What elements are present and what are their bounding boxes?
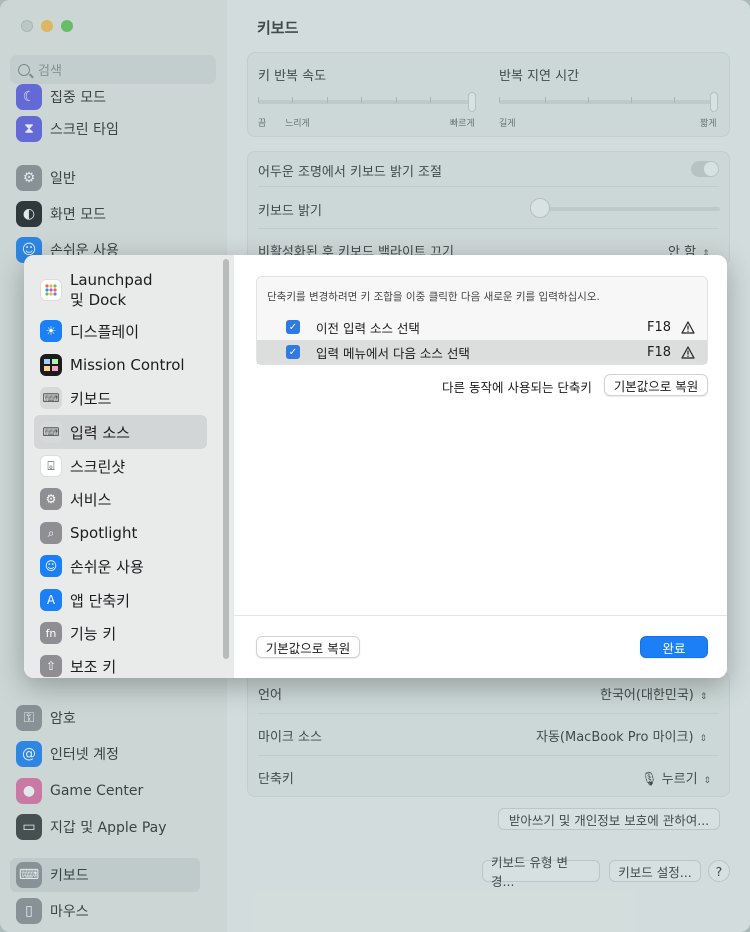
category-label: Spotlight [70,524,138,542]
category-services[interactable]: ⚙ 서비스 [34,482,207,516]
modifier-keys-icon: ⇧ [40,655,62,677]
restore-defaults-button[interactable]: 기본값으로 복원 [256,636,360,658]
category-list-scrollbar[interactable] [223,259,229,659]
category-label: 스크린샷 [70,457,126,476]
input-source-shortcuts-pane: 단축키를 변경하려면 키 조합을 이중 클릭한 다음 새로운 키를 입력하십시오… [234,255,727,678]
category-spotlight[interactable]: ⌕ Spotlight [34,516,207,550]
spotlight-icon: ⌕ [40,522,62,544]
category-input-sources[interactable]: ⌨ 입력 소스 [34,415,207,449]
category-label: 디스플레이 [70,322,140,341]
done-button[interactable]: 완료 [640,636,708,658]
accessibility-icon: ☺ [40,555,62,577]
shortcut-label: 입력 메뉴에서 다음 소스 선택 [316,345,470,361]
category-mission-control[interactable]: Mission Control [34,348,207,382]
app-store-icon: A [40,589,62,611]
shortcut-edit-hint: 단축키를 변경하려면 키 조합을 이중 클릭한 다음 새로운 키를 입력하십시오… [267,291,600,303]
category-modifier-keys[interactable]: ⇧ 보조 키 [34,649,207,678]
footer-divider [234,615,727,616]
category-label: 키보드 [70,389,112,408]
category-launchpad-dock[interactable]: Launchpad 및 Dock [34,269,207,311]
category-function-keys[interactable]: fn 기능 키 [34,616,207,650]
conflict-shortcuts-label: 다른 동작에 사용되는 단축키 [442,380,592,395]
shortcut-key[interactable]: F18 [647,345,671,360]
screenshot-icon: ⌻ [40,455,62,477]
launchpad-icon [40,279,62,301]
previous-source-checkbox[interactable]: ✓ [286,320,300,334]
category-keyboard[interactable]: ⌨ 키보드 [34,381,207,415]
next-source-checkbox[interactable]: ✓ [286,345,300,359]
shortcut-list: 단축키를 변경하려면 키 조합을 이중 클릭한 다음 새로운 키를 입력하십시오… [256,276,708,365]
keyboard-icon: ⌨ [40,387,62,409]
input-source-icon: ⌨ [40,421,62,443]
category-label: 보조 키 [70,657,117,676]
category-label: Mission Control [70,356,185,374]
category-label: 서비스 [70,490,112,509]
display-icon: ☀ [40,320,62,342]
category-accessibility[interactable]: ☺ 손쉬운 사용 [34,549,207,583]
category-app-shortcuts[interactable]: A 앱 단축키 [34,583,207,617]
shortcut-row-next-source[interactable]: ✓ 입력 메뉴에서 다음 소스 선택 F18 [257,340,707,364]
category-label: 입력 소스 [70,423,130,442]
category-label: 앱 단축키 [70,591,130,610]
category-display[interactable]: ☀ 디스플레이 [34,314,207,348]
mission-control-icon [40,354,62,376]
keyboard-shortcuts-sheet: Launchpad 및 Dock ☀ 디스플레이 Mission Control… [24,255,727,678]
fn-icon: fn [40,622,62,644]
shortcut-key[interactable]: F18 [647,320,671,335]
category-screenshots[interactable]: ⌻ 스크린샷 [34,449,207,483]
warning-icon [681,320,695,334]
category-label: 기능 키 [70,624,117,643]
shortcut-category-list: Launchpad 및 Dock ☀ 디스플레이 Mission Control… [24,255,234,678]
shortcut-row-previous-source[interactable]: ✓ 이전 입력 소스 선택 F18 [257,315,707,339]
shortcut-label: 이전 입력 소스 선택 [316,320,420,336]
warning-icon [681,345,695,359]
category-label: 손쉬운 사용 [70,557,144,576]
category-label: Launchpad 및 Dock [70,271,153,309]
restore-defaults-inline-button[interactable]: 기본값으로 복원 [604,374,708,396]
services-icon: ⚙ [40,488,62,510]
